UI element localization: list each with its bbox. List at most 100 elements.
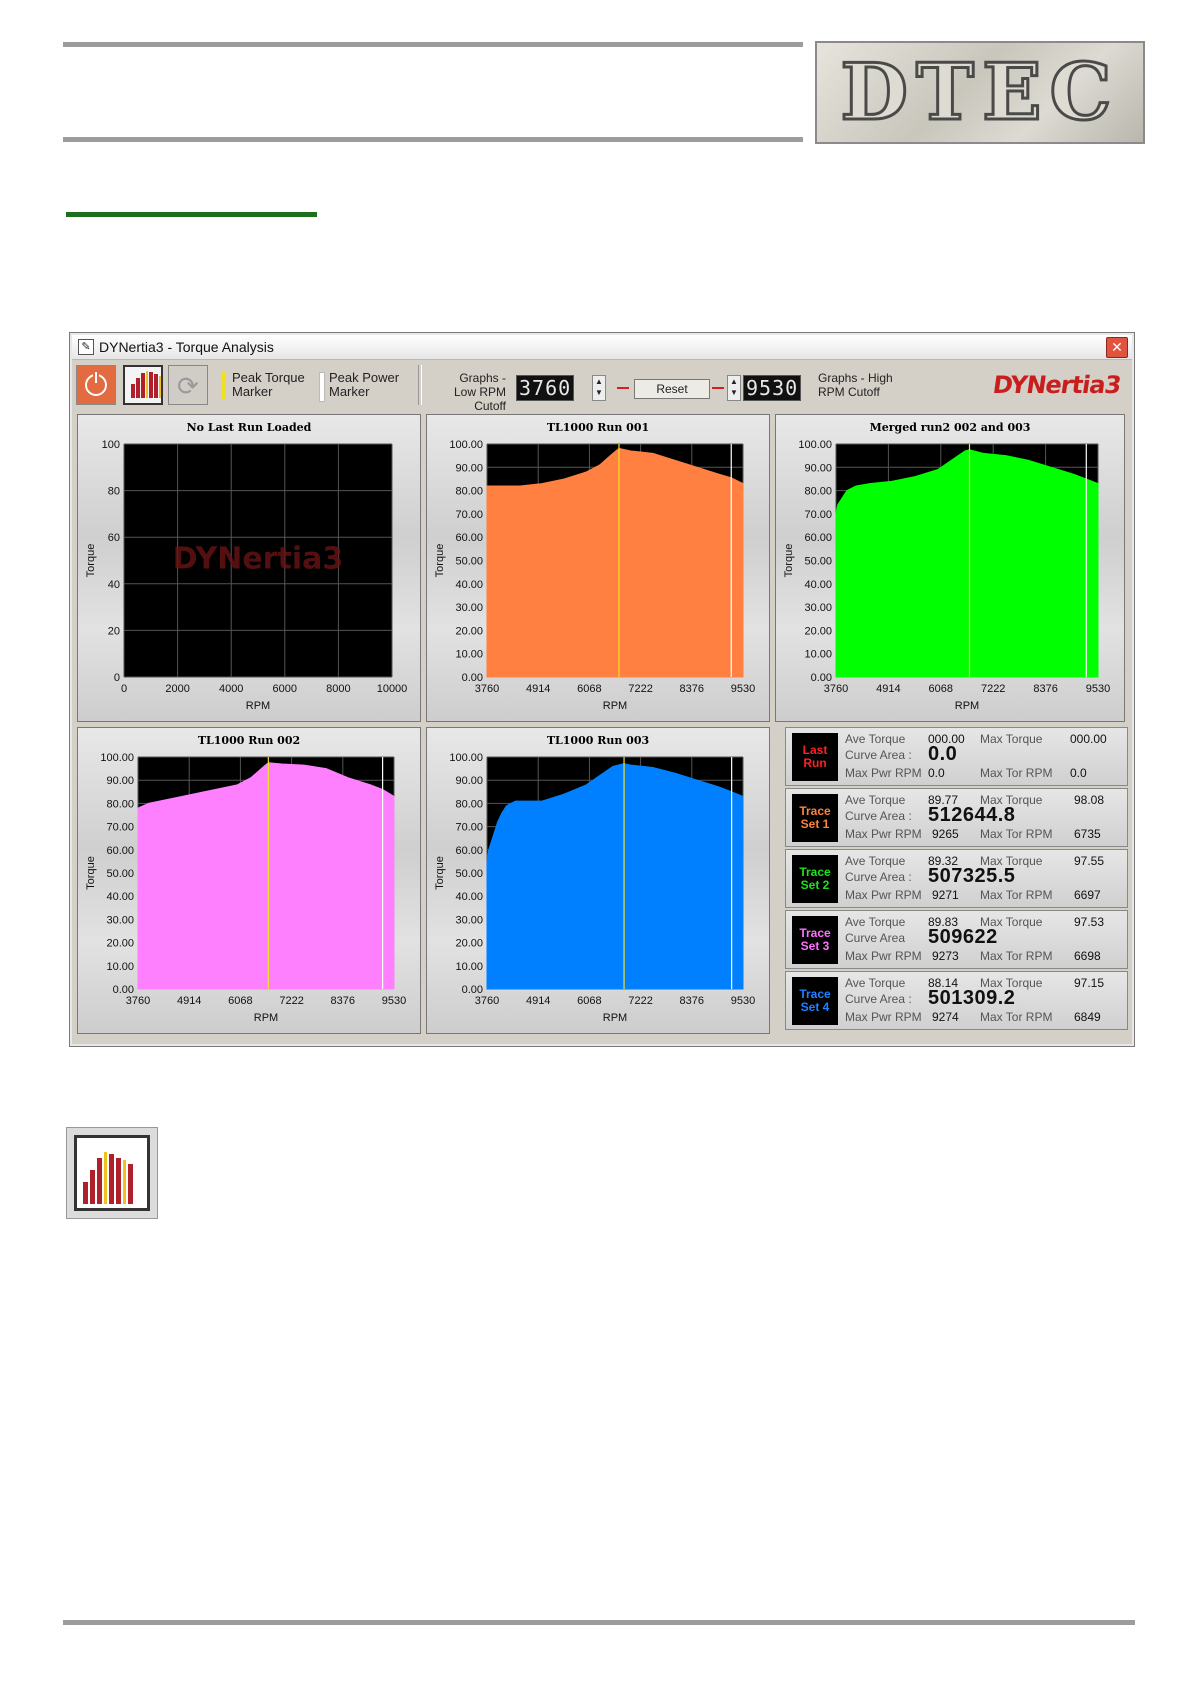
y-axis-label: Torque (85, 856, 97, 890)
trace-badge: Last Run (792, 733, 838, 781)
max-tor-rpm-value: 6849 (1074, 1010, 1101, 1024)
y-tick-label: 40.00 (106, 891, 134, 903)
chart-title: TL1000 Run 001 (547, 421, 649, 434)
y-tick-label: 90.00 (455, 775, 483, 787)
max-tor-rpm-label: Max Tor RPM (980, 827, 1053, 841)
high-cutoff-label: Graphs - High RPM Cutoff (818, 371, 893, 399)
y-axis-label: Torque (783, 544, 795, 578)
x-axis-label: RPM (254, 1012, 278, 1024)
max-pwr-rpm-label: Max Pwr RPM (845, 1010, 922, 1024)
chart-panel-run-002: TL1000 Run 002 3760 4914 6068 7222 8376 9530 0.… (77, 727, 421, 1034)
y-tick-label: 70.00 (804, 509, 832, 521)
max-pwr-rpm-value: 9271 (932, 888, 959, 902)
footer-rule (63, 1620, 1135, 1625)
y-tick-label: 10.00 (106, 961, 134, 973)
x-tick-label: 4000 (219, 683, 243, 695)
reset-button[interactable]: Reset (634, 379, 710, 399)
max-tor-rpm-label: Max Tor RPM (980, 1010, 1053, 1024)
x-tick-label: 9530 (731, 683, 755, 695)
x-tick-label: 6068 (577, 683, 601, 695)
refresh-button[interactable]: ⟳ (168, 365, 208, 405)
max-pwr-rpm-label: Max Pwr RPM (845, 888, 922, 902)
torque-area (835, 449, 1099, 678)
max-tor-rpm-value: 0.0 (1070, 766, 1087, 780)
power-button[interactable] (76, 365, 116, 405)
trace-badge-label: Trace Set 3 (799, 926, 831, 953)
max-pwr-rpm-value: 9274 (932, 1010, 959, 1024)
chart-svg: TL1000 Run 003 3760 4914 6068 7222 8376 9530 0.… (434, 734, 755, 1024)
low-cutoff-spinner[interactable]: ▲ ▼ (592, 375, 606, 401)
x-tick-label: 2000 (165, 683, 189, 695)
max-pwr-rpm-label: Max Pwr RPM (845, 827, 922, 841)
bar-graph-button[interactable] (123, 365, 163, 405)
y-tick-label: 50.00 (804, 556, 832, 568)
y-tick-label: 0.00 (462, 984, 483, 996)
trace-badge-label: Trace Set 1 (799, 804, 831, 831)
max-torque-value: 98.08 (1074, 793, 1105, 807)
curve-area-label: Curve Area : (845, 748, 912, 762)
max-tor-rpm-label: Max Tor RPM (980, 888, 1053, 902)
x-tick-label: 4914 (526, 995, 550, 1007)
max-tor-rpm-label: Max Tor RPM (980, 766, 1053, 780)
curve-area-value: 512644.8 (928, 804, 1016, 826)
trace-badge: Trace Set 1 (792, 794, 838, 842)
trace-badge-label: Trace Set 4 (799, 987, 831, 1014)
x-tick-label: 6000 (273, 683, 297, 695)
y-tick-label: 80.00 (804, 486, 832, 498)
x-tick-label: 3760 (824, 683, 848, 695)
trace-badge: Trace Set 4 (792, 977, 838, 1025)
y-tick-label: 0.00 (113, 984, 134, 996)
curve-area-value: 0.0 (928, 743, 958, 765)
refresh-icon: ⟳ (177, 371, 199, 401)
chart-svg: Merged run2 002 and 003 3760 4914 6068 7222 8… (783, 421, 1110, 712)
max-tor-rpm-value: 6735 (1074, 827, 1101, 841)
chart-panel-merged: Merged run2 002 and 003 3760 4914 6068 7222 8… (775, 414, 1125, 722)
peak-torque-swatch (222, 372, 226, 400)
curve-area-value: 509622 (928, 926, 998, 948)
peak-power-marker-label: Peak Power Marker (329, 370, 400, 399)
high-cutoff-spinner[interactable]: ▲ ▼ (727, 375, 741, 401)
y-tick-label: 30.00 (455, 602, 483, 614)
chart-svg: TL1000 Run 001 3760 4914 6068 7222 8376 9530 0.… (434, 421, 755, 712)
window-title: DYNertia3 - Torque Analysis (99, 339, 274, 355)
y-tick-label: 100.00 (449, 439, 483, 451)
ave-torque-label: Ave Torque (845, 793, 906, 807)
curve-area-value: 507325.5 (928, 865, 1016, 887)
max-pwr-rpm-label: Max Pwr RPM (845, 949, 922, 963)
y-axis-label: Torque (434, 544, 446, 578)
curve-area-value: 501309.2 (928, 987, 1016, 1009)
y-tick-label: 10.00 (455, 649, 483, 661)
x-tick-label: 3760 (126, 995, 150, 1007)
max-tor-rpm-value: 6698 (1074, 949, 1101, 963)
max-pwr-rpm-label: Max Pwr RPM (845, 766, 922, 780)
bar-graph-icon (83, 1152, 133, 1204)
close-button[interactable]: ✕ (1106, 337, 1128, 358)
range-line-right (712, 387, 724, 389)
dynertia3-brand: DYNertia3 (990, 371, 1122, 399)
y-tick-label: 100.00 (798, 439, 832, 451)
y-tick-label: 10.00 (455, 961, 483, 973)
y-tick-label: 0.00 (811, 672, 832, 684)
peak-power-swatch (319, 372, 325, 402)
peak-power-marker-toggle[interactable]: Peak Power Marker (319, 370, 409, 402)
y-tick-label: 100 (102, 439, 120, 451)
peak-torque-marker-toggle[interactable]: Peak Torque Marker (222, 371, 322, 400)
x-tick-label: 0 (121, 683, 127, 695)
y-tick-label: 60.00 (455, 845, 483, 857)
section-underline (66, 212, 317, 217)
y-axis-label: Torque (434, 856, 446, 890)
y-tick-label: 20.00 (455, 625, 483, 637)
stats-row-last-run: Last Run Ave Torque 000.00 Max Torque 00… (785, 727, 1128, 786)
y-tick-label: 80.00 (106, 798, 134, 810)
chart-svg: TL1000 Run 002 3760 4914 6068 7222 8376 9530 0.… (85, 734, 406, 1024)
x-tick-label: 7222 (279, 995, 303, 1007)
x-axis-label: RPM (246, 700, 270, 712)
x-tick-label: 3760 (475, 683, 499, 695)
x-tick-label: 9530 (382, 995, 406, 1007)
y-tick-label: 90.00 (106, 775, 134, 787)
max-tor-rpm-value: 6697 (1074, 888, 1101, 902)
ave-torque-label: Ave Torque (845, 854, 906, 868)
high-cutoff-display: 9530 (743, 375, 802, 401)
toolbar-separator (418, 365, 422, 405)
dtec-logo: DTEC (815, 41, 1145, 144)
